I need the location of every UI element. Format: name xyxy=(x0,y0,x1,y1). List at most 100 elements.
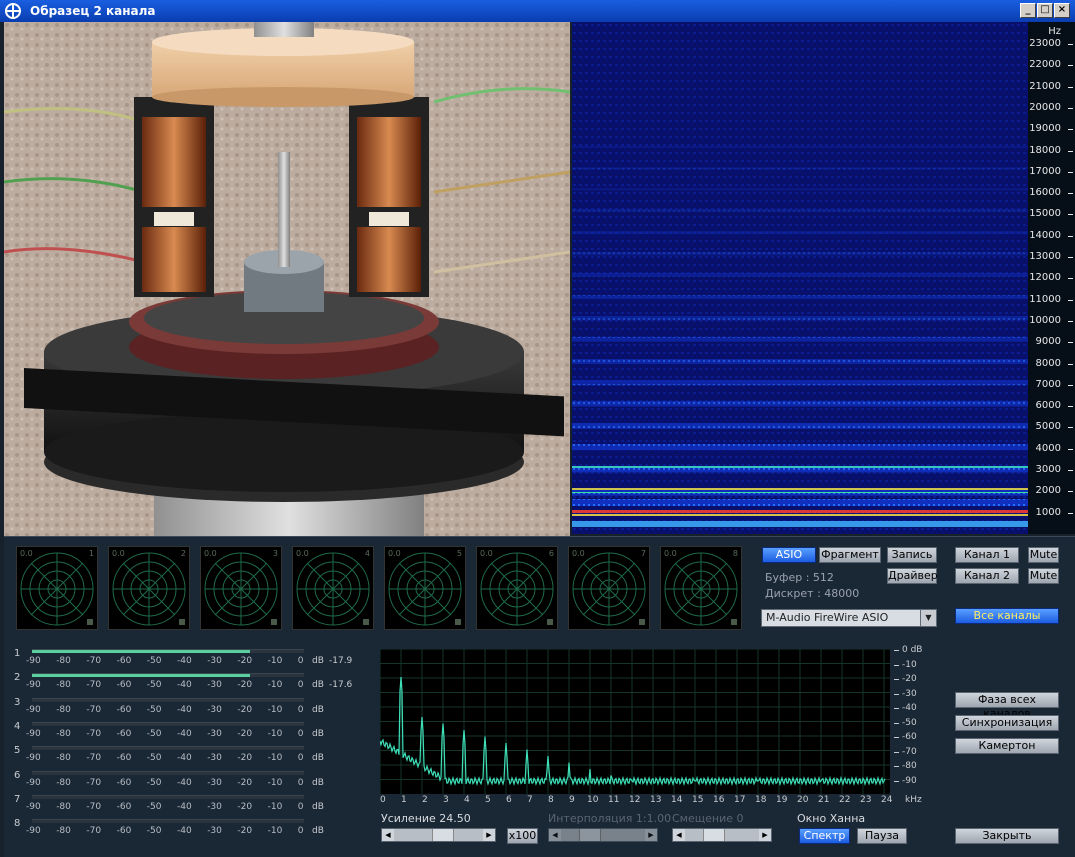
driver-select-value: M-Audio FireWire ASIO xyxy=(766,611,889,624)
meter-db-label: dB xyxy=(312,680,324,691)
driver-select[interactable]: M-Audio FireWire ASIO ▼ xyxy=(761,609,937,627)
scope-number: 1 xyxy=(88,549,94,558)
slider-right-icon[interactable]: ▶ xyxy=(483,829,495,841)
fft-x-tick: 15 xyxy=(692,795,704,805)
interpolation-slider-thumb[interactable] xyxy=(579,829,601,841)
close-button[interactable]: Закрыть xyxy=(955,828,1059,844)
fft-y-tickmark xyxy=(894,722,899,724)
slider-left-icon[interactable]: ◀ xyxy=(549,829,561,841)
phase-all-channels-button[interactable]: Фаза всех каналов xyxy=(955,692,1059,720)
channel-1-button[interactable]: Канал 1 xyxy=(955,547,1019,563)
frequency-label: 16000 xyxy=(1029,187,1061,199)
spectrogram xyxy=(572,22,1028,534)
mute-1-button[interactable]: Mute xyxy=(1028,547,1059,563)
meter-tick: -10 xyxy=(267,656,283,666)
slider-right-icon[interactable]: ▶ xyxy=(645,829,657,841)
fft-x-tick: 21 xyxy=(818,795,830,805)
meter-tick: 0 xyxy=(297,801,304,812)
phase-scope: 0.0 8 xyxy=(660,546,742,630)
close-window-button[interactable]: × xyxy=(1054,3,1070,18)
interpolation-label: Интерполяция 1:1.00 xyxy=(548,812,672,825)
interpolation-slider[interactable]: ◀ ▶ xyxy=(548,828,658,842)
driver-button[interactable]: Драйвер xyxy=(887,568,938,584)
meter-tick: -30 xyxy=(207,777,222,788)
meter-db-label: dB xyxy=(312,656,324,666)
sync-button[interactable]: Синхронизация xyxy=(955,715,1059,731)
gain-slider[interactable]: ◀ ▶ xyxy=(381,828,496,842)
meter-tick: -90 xyxy=(26,801,41,812)
frequency-tick xyxy=(1068,363,1073,365)
meter-tick: -80 xyxy=(56,704,71,715)
sample-rate-info: Дискрет : 48000 xyxy=(765,587,860,600)
frequency-tick xyxy=(1068,171,1073,173)
asio-button[interactable]: ASIO xyxy=(762,547,816,563)
meter-tick: -80 xyxy=(56,826,71,837)
frequency-label: 8000 xyxy=(1035,357,1061,369)
meter-tick: -10 xyxy=(267,777,283,788)
all-channels-button[interactable]: Все каналы xyxy=(955,608,1059,624)
meter-db-label: dB xyxy=(312,728,324,739)
frequency-label: 10000 xyxy=(1029,314,1061,326)
meter-channel-number: 2 xyxy=(14,672,21,684)
scope-level: 0.0 xyxy=(664,549,677,558)
meter-tick: -80 xyxy=(56,777,71,788)
mute-2-button[interactable]: Mute xyxy=(1028,568,1059,584)
fft-y-tickmark xyxy=(894,737,899,738)
level-meter: 6 -90 -80 -70 -60 -50 -40 -30 -20 -10 0 dB xyxy=(4,770,344,794)
meter-db-label: dB xyxy=(312,801,324,812)
dropdown-arrow-icon[interactable]: ▼ xyxy=(920,610,936,626)
level-meter: 2 -90 -80 -70 -60 -50 -40 -30 -20 -10 0 dB -17.6 xyxy=(4,672,352,696)
meter-fill xyxy=(32,650,250,653)
scope-level: 0.0 xyxy=(480,549,493,558)
slider-left-icon[interactable]: ◀ xyxy=(382,829,394,841)
meter-tick: -60 xyxy=(116,680,132,691)
meter-tick: -70 xyxy=(86,728,102,739)
offset-slider[interactable]: ◀ ▶ xyxy=(672,828,772,842)
minimize-button[interactable]: _ xyxy=(1020,3,1036,18)
meter-tick: 0 xyxy=(297,704,304,715)
record-button[interactable]: Запись xyxy=(887,547,937,563)
meter-channel-number: 8 xyxy=(14,818,21,830)
fragment-button[interactable]: Фрагмент xyxy=(819,547,881,563)
offset-slider-thumb[interactable] xyxy=(703,829,725,841)
device-photo xyxy=(4,22,570,536)
tuning-fork-button[interactable]: Камертон xyxy=(955,738,1059,754)
scope-level: 0.0 xyxy=(296,549,309,558)
meter-tick: -40 xyxy=(177,680,192,691)
level-meter: 5 -90 -80 -70 -60 -50 -40 -30 -20 -10 0 dB xyxy=(4,745,344,769)
meter-tick: 0 xyxy=(297,777,304,788)
meter-tick: -70 xyxy=(86,680,102,691)
meter-tick: -30 xyxy=(207,753,222,764)
fft-y-tick: -30 xyxy=(902,688,917,699)
pause-button[interactable]: Пауза xyxy=(857,828,907,844)
slider-left-icon[interactable]: ◀ xyxy=(673,829,685,841)
phase-scope: 0.0 4 xyxy=(292,546,374,630)
meter-tick: -50 xyxy=(146,753,162,764)
meter-tick: 0 xyxy=(297,753,304,764)
meter-tick: -80 xyxy=(56,680,71,691)
frequency-tick xyxy=(1068,384,1073,386)
control-panel: 0.0 1 0.0 2 0.0 3 0.0 4 0.0 5 0.0 6 0.0 7 0.0 8 ASIO Фр… xyxy=(4,536,1075,857)
fft-x-tick: 18 xyxy=(755,795,767,805)
frequency-tick xyxy=(1068,342,1073,344)
phase-scope: 0.0 2 xyxy=(108,546,190,630)
fft-spectrum-plot xyxy=(379,648,890,794)
meter-tick: -40 xyxy=(177,656,192,666)
meter-db-label: dB xyxy=(312,704,324,715)
meter-tick: -10 xyxy=(267,826,283,837)
phase-scope: 0.0 1 xyxy=(16,546,98,630)
spectrum-button[interactable]: Спектр xyxy=(799,828,850,844)
frequency-tick xyxy=(1068,129,1073,131)
slider-right-icon[interactable]: ▶ xyxy=(759,829,771,841)
meter-tick: -20 xyxy=(237,777,253,788)
maximize-button[interactable]: □ xyxy=(1037,3,1053,18)
frequency-label: 15000 xyxy=(1029,208,1061,220)
channel-2-button[interactable]: Канал 2 xyxy=(955,568,1019,584)
fft-x-tick: 17 xyxy=(734,795,746,805)
gain-slider-thumb[interactable] xyxy=(432,829,454,841)
meter-tick: -50 xyxy=(146,801,162,812)
x100-button[interactable]: x100 xyxy=(507,828,538,844)
frequency-tick xyxy=(1068,214,1073,216)
meter-tick: -40 xyxy=(177,704,192,715)
meter-tick: -10 xyxy=(267,680,283,691)
